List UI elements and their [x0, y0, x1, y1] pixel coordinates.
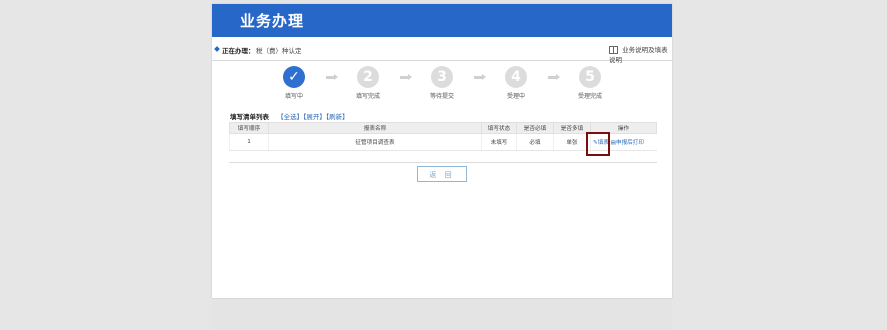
cell-required: 必填 [516, 133, 554, 151]
page-title: 业务办理 [240, 12, 305, 30]
arrow-right-icon [326, 74, 338, 80]
step-label: 受理完成 [577, 93, 602, 100]
current-task-bar: 正在办理： 税（费）种认定 业务说明及填表说明 [212, 40, 672, 64]
progress-steps: ✓ 填写中 2 填写完成 3 等待提交 4 受理中 5 受理完成 [212, 66, 672, 106]
highlight-box [586, 132, 610, 156]
help-link[interactable]: 业务说明及填表说明 [609, 44, 672, 64]
step-number: 4 [505, 66, 527, 88]
arrow-right-icon [548, 74, 560, 80]
col-status: 填写状态 [481, 122, 517, 134]
page-background-left [0, 0, 212, 330]
current-task-label: 正在办理： [222, 47, 255, 55]
bullet-icon [214, 46, 220, 52]
col-multi: 是否多填 [553, 122, 591, 134]
print-label: 申报后打印 [615, 140, 644, 146]
cell-name: 征管项目调查表 [268, 133, 482, 151]
current-task-name: 税（费）种认定 [256, 47, 302, 55]
list-title: 填写清单列表 [230, 113, 269, 121]
step-label: 填写完成 [355, 93, 380, 100]
step-number: 5 [579, 66, 601, 88]
step-number: 2 [357, 66, 379, 88]
step-number: 3 [431, 66, 453, 88]
select-all-link[interactable]: 【全选】 [277, 113, 303, 121]
expand-link[interactable]: 【展开】 [303, 113, 326, 121]
book-icon [609, 46, 618, 54]
page-background-right [672, 0, 887, 330]
business-panel: 业务办理 正在办理： 税（费）种认定 业务说明及填表说明 ✓ 填写中 2 填写完… [212, 4, 672, 298]
refresh-link[interactable]: 【刷新】 [326, 113, 349, 121]
step-label: 填写中 [284, 93, 303, 100]
arrow-right-icon [474, 74, 486, 80]
print-after-declare-link[interactable]: ▤申报后打印 [611, 140, 644, 146]
cell-multi: 单张 [553, 133, 591, 151]
cell-order: 1 [229, 133, 269, 151]
step-4: 4 受理中 [486, 66, 546, 100]
panel-header: 业务办理 [212, 4, 672, 37]
col-required: 是否必填 [516, 122, 554, 134]
col-name: 报表名称 [268, 122, 482, 134]
list-header: 填写清单列表 【全选】【展开】【刷新】 [230, 111, 349, 121]
arrow-right-icon [400, 74, 412, 80]
step-label: 受理中 [506, 93, 525, 100]
col-order: 填写顺序 [229, 122, 269, 134]
divider [229, 162, 657, 163]
back-button[interactable]: 返 回 [417, 166, 467, 182]
step-5: 5 受理完成 [560, 66, 620, 100]
step-1: ✓ 填写中 [264, 66, 324, 100]
check-icon: ✓ [283, 66, 305, 88]
step-3: 3 等待提交 [412, 66, 472, 100]
step-label: 等待提交 [429, 93, 454, 100]
cell-status: 未填写 [481, 133, 517, 151]
step-2: 2 填写完成 [338, 66, 398, 100]
